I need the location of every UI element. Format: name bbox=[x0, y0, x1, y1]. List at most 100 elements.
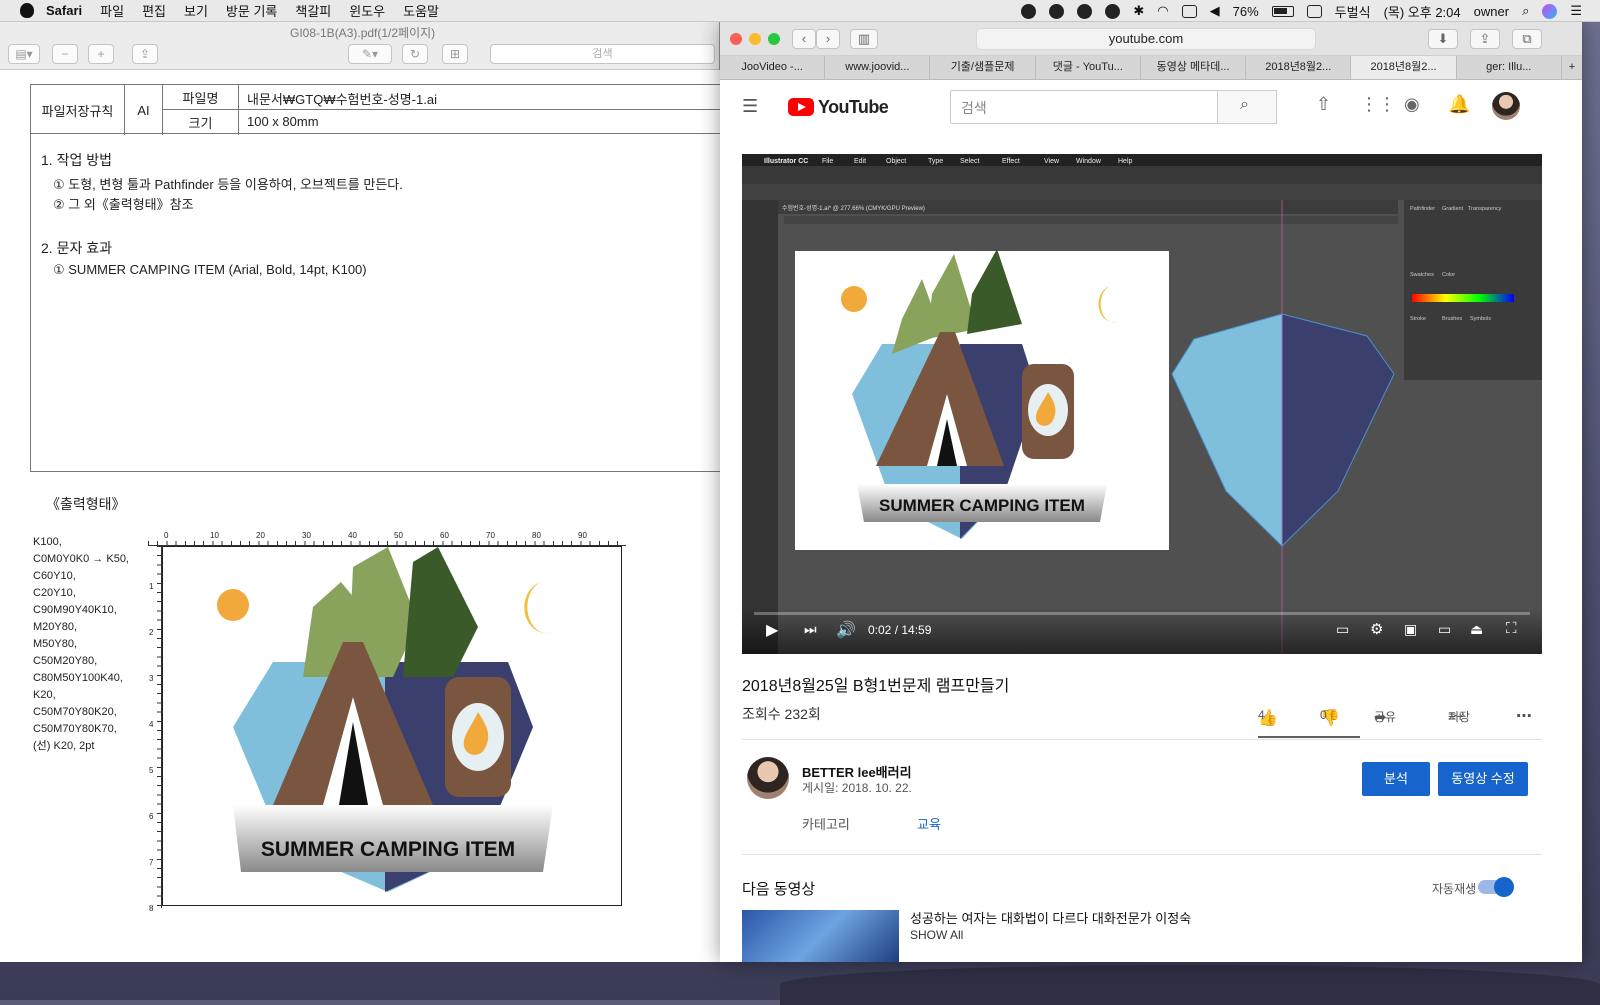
edit-video-button[interactable]: 동영상 수정 bbox=[1438, 762, 1528, 796]
back-button[interactable]: ‹ bbox=[792, 29, 816, 49]
play-icon[interactable]: ▶ bbox=[766, 620, 778, 640]
menu-file[interactable]: 파일 bbox=[100, 1, 124, 20]
browser-tab[interactable]: 댓글 - YouTu... bbox=[1036, 56, 1141, 79]
ruler-left-label: 1 bbox=[149, 582, 154, 591]
miniplayer-icon[interactable]: ▣ bbox=[1404, 621, 1417, 638]
new-tab-button[interactable]: + bbox=[1562, 56, 1582, 79]
hamburger-menu-icon[interactable]: ☰ bbox=[742, 96, 758, 117]
forward-button[interactable]: › bbox=[816, 29, 840, 49]
ruler-top-label: 90 bbox=[578, 531, 587, 540]
browser-tab[interactable]: 동영상 메타데... bbox=[1141, 56, 1247, 79]
preview-search-input[interactable]: 검색 bbox=[490, 44, 715, 64]
battery-icon[interactable] bbox=[1271, 5, 1294, 17]
browser-tab[interactable]: 2018년8월2... bbox=[1351, 56, 1457, 79]
airplay-icon[interactable] bbox=[1181, 4, 1197, 18]
user-avatar[interactable] bbox=[1492, 92, 1520, 120]
zoom-out-button[interactable]: − bbox=[52, 44, 78, 64]
analytics-button[interactable]: 분석 bbox=[1362, 762, 1430, 796]
share-button[interactable]: ⇪ bbox=[132, 44, 158, 64]
next-video-title[interactable]: 성공하는 여자는 대화법이 다르다 대화전문가 이정숙 bbox=[910, 908, 1191, 927]
browser-tab[interactable]: JooVideo -... bbox=[720, 56, 826, 79]
ai-panel-label: Brushes bbox=[1442, 316, 1462, 322]
youtube-logo-icon[interactable] bbox=[788, 98, 814, 116]
address-bar[interactable]: youtube.com bbox=[976, 28, 1316, 50]
ruler-top-label: 40 bbox=[348, 531, 357, 540]
section1-item1: ① 도형, 변형 툴과 Pathfinder 등을 이용하여, 오브젝트를 만든… bbox=[53, 177, 403, 192]
video-player[interactable]: Illustrator CC File Edit Object Type Select Ef… bbox=[742, 154, 1542, 654]
safari-share-button[interactable]: ⇪ bbox=[1470, 29, 1500, 49]
siri-icon[interactable] bbox=[1542, 3, 1558, 19]
bluetooth-icon[interactable]: ✱ bbox=[1133, 3, 1144, 19]
menu-edit[interactable]: 편집 bbox=[142, 1, 166, 20]
autoplay-toggle[interactable] bbox=[1478, 877, 1514, 897]
browser-tab[interactable]: 기출/샘플문제 bbox=[930, 56, 1036, 79]
rotate-button[interactable]: ↻ bbox=[402, 44, 428, 64]
ai-panel-label: Stroke bbox=[1410, 316, 1426, 322]
ruler-left-label: 4 bbox=[149, 720, 154, 729]
subtitles-icon[interactable]: ▭ bbox=[1336, 621, 1349, 638]
volume-icon[interactable]: ◀ bbox=[1210, 3, 1220, 19]
downloads-button[interactable]: ⬇ bbox=[1428, 29, 1458, 49]
view-count: 조회수 232회 bbox=[742, 706, 821, 722]
creative-cloud-icon[interactable] bbox=[1021, 3, 1037, 19]
safari-titlebar: ‹ › ▥ youtube.com ⬇ ⇪ ⧉ bbox=[720, 22, 1582, 56]
browser-tab[interactable]: 2018년8월2... bbox=[1246, 56, 1352, 79]
settings-gear-icon[interactable]: ⚙ bbox=[1370, 620, 1383, 638]
messages-icon[interactable]: ◉ bbox=[1404, 94, 1428, 118]
wifi-icon[interactable]: ◠ bbox=[1157, 3, 1168, 19]
more-options-icon[interactable]: ⋯ bbox=[1516, 706, 1532, 726]
minimize-button[interactable] bbox=[749, 33, 761, 45]
close-button[interactable] bbox=[730, 33, 742, 45]
clock[interactable]: (목) 오후 2:04 bbox=[1384, 2, 1461, 21]
menu-window[interactable]: 윈도우 bbox=[349, 1, 385, 20]
toolbox-button[interactable]: ⊞ bbox=[442, 44, 468, 64]
menu-help[interactable]: 도움말 bbox=[403, 1, 439, 20]
tabs-overview-button[interactable]: ⧉ bbox=[1512, 29, 1542, 49]
next-video-show-all[interactable]: SHOW All bbox=[910, 928, 963, 942]
youtube-search-button[interactable]: ⌕ bbox=[1217, 90, 1277, 124]
upload-icon[interactable]: ⇧ bbox=[1316, 94, 1340, 118]
notifications-bell-icon[interactable]: 🔔 bbox=[1448, 94, 1472, 118]
menu-app-name[interactable]: Safari bbox=[46, 3, 82, 18]
youtube-search-input[interactable]: 검색 bbox=[950, 90, 1218, 124]
category-link[interactable]: 교육 bbox=[917, 814, 941, 833]
sidebar-toggle-button[interactable]: ▤▾ bbox=[8, 44, 40, 64]
file-rule-table: 파일저장규칙 AI 파일명 내문서₩GTQ₩수험번호-성명-1.ai 크기 10… bbox=[30, 84, 720, 135]
menu-view[interactable]: 보기 bbox=[184, 1, 208, 20]
fullscreen-icon[interactable]: ⛶ bbox=[1506, 620, 1517, 637]
youtube-header: ☰ YouTube 검색 ⌕ ⇧ ⋮⋮ ◉ 🔔 bbox=[720, 80, 1582, 136]
menu-history[interactable]: 방문 기록 bbox=[226, 1, 277, 20]
apps-grid-icon[interactable]: ⋮⋮ bbox=[1360, 94, 1396, 118]
notification-center-icon[interactable]: ☰ bbox=[1570, 3, 1582, 19]
shield-icon[interactable] bbox=[1105, 3, 1121, 19]
menu-bookmarks[interactable]: 책갈피 bbox=[295, 1, 331, 20]
airplay-icon[interactable]: ⏏ bbox=[1470, 621, 1483, 638]
ruler-left-label: 3 bbox=[149, 674, 154, 683]
theater-mode-icon[interactable]: ▭ bbox=[1438, 621, 1451, 638]
color-spec-item: C60Y10, bbox=[33, 570, 76, 582]
browser-tab[interactable]: www.joovid... bbox=[825, 56, 931, 79]
next-icon[interactable]: ⏭ bbox=[804, 621, 817, 638]
ruler-left-label: 2 bbox=[149, 628, 154, 637]
markup-button[interactable]: ✎▾ bbox=[348, 44, 392, 64]
status-app2-icon[interactable] bbox=[1077, 3, 1093, 19]
user-name[interactable]: owner bbox=[1474, 4, 1509, 19]
sidebar-button[interactable]: ▥ bbox=[850, 29, 878, 49]
ai-menu-item: View bbox=[1044, 158, 1060, 165]
browser-tab[interactable]: ger: Illu... bbox=[1457, 56, 1562, 79]
ruler-top-label: 50 bbox=[394, 531, 403, 540]
youtube-brand[interactable]: YouTube bbox=[818, 97, 889, 118]
ruler-left-label: 6 bbox=[149, 812, 154, 821]
progress-bar[interactable] bbox=[754, 612, 1530, 615]
next-video-thumbnail[interactable] bbox=[742, 910, 899, 962]
color-spec-item: C90M90Y40K10, bbox=[33, 604, 117, 616]
spotlight-icon[interactable]: ⌕ bbox=[1522, 3, 1529, 19]
channel-avatar[interactable] bbox=[747, 757, 789, 799]
zoom-button[interactable] bbox=[768, 33, 780, 45]
apple-icon[interactable] bbox=[20, 3, 34, 18]
input-method-icon[interactable] bbox=[1306, 4, 1322, 18]
zoom-in-button[interactable]: + bbox=[88, 44, 114, 64]
volume-icon[interactable]: 🔊 bbox=[836, 620, 856, 640]
input-method-label[interactable]: 두벌식 bbox=[1335, 2, 1371, 21]
status-app-icon[interactable] bbox=[1049, 3, 1065, 19]
